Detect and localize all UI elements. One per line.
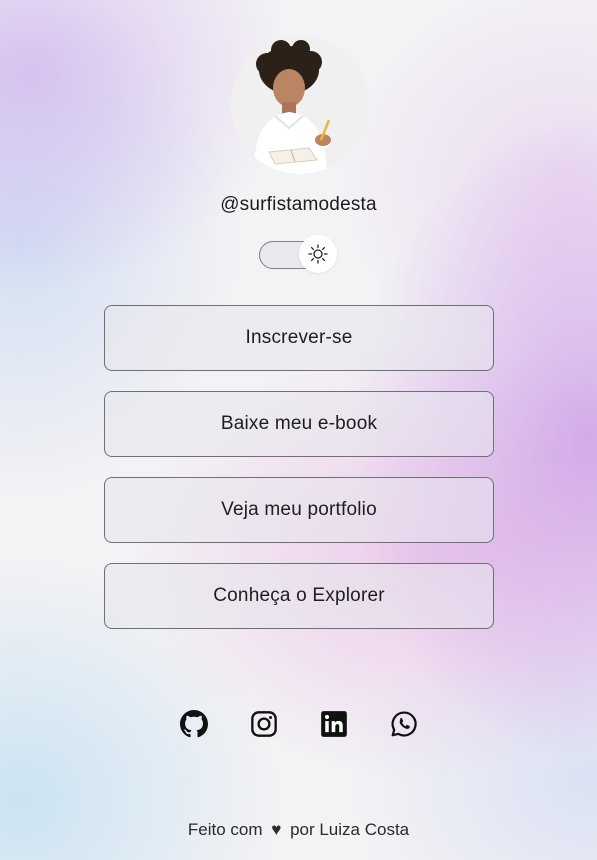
avatar — [231, 36, 369, 174]
instagram-icon — [251, 711, 277, 737]
profile-photo — [231, 36, 369, 174]
footer: Feito com ♥ por Luiza Costa — [0, 820, 597, 840]
explorer-button[interactable]: Conheça o Explorer — [104, 563, 494, 629]
heart-icon: ♥ — [271, 820, 282, 839]
username: @surfistamodesta — [220, 194, 377, 215]
whatsapp-icon — [391, 711, 417, 737]
sun-icon — [308, 244, 328, 264]
footer-prefix: Feito com — [187, 820, 263, 839]
footer-author: por Luiza Costa — [290, 820, 410, 839]
ebook-button[interactable]: Baixe meu e-book — [104, 391, 494, 457]
github-link[interactable] — [176, 708, 212, 740]
social-links — [176, 708, 422, 740]
linkedin-link[interactable] — [316, 708, 352, 740]
whatsapp-link[interactable] — [386, 708, 422, 740]
theme-toggle[interactable] — [259, 235, 339, 273]
github-icon — [180, 710, 208, 738]
subscribe-button[interactable]: Inscrever-se — [104, 305, 494, 371]
toggle-knob[interactable] — [299, 235, 337, 273]
linkedin-icon — [321, 711, 347, 737]
links-list: Inscrever-se Baixe meu e-book Veja meu p… — [104, 305, 494, 649]
portfolio-button[interactable]: Veja meu portfolio — [104, 477, 494, 543]
instagram-link[interactable] — [246, 708, 282, 740]
